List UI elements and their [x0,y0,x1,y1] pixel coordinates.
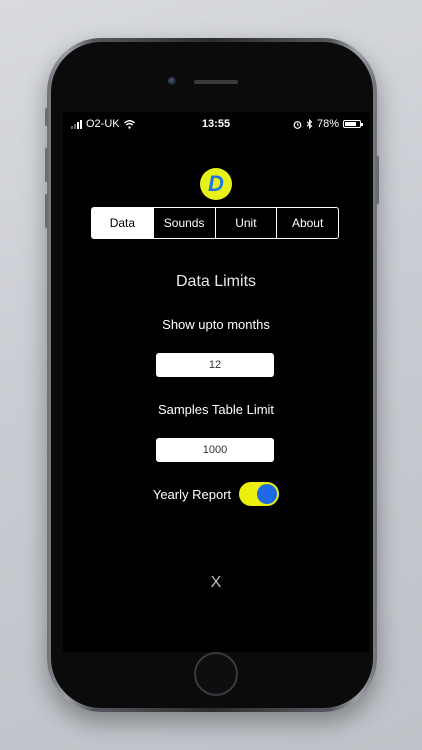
tab-sounds[interactable]: Sounds [152,208,215,238]
mute-switch [45,108,48,126]
tab-sounds-label: Sounds [163,216,205,230]
app-screen: O2-UK 13:55 78% D Data Sounds Unit About… [63,112,369,652]
phone-frame: O2-UK 13:55 78% D Data Sounds Unit About… [45,38,379,712]
power-button [376,156,379,204]
tab-data-label: Data [109,216,136,230]
logo-letter: D [208,171,224,196]
app-logo: D [200,168,232,200]
toggle-knob [257,484,278,504]
samples-limit-input[interactable] [156,438,274,462]
segmented-tabs: Data Sounds Unit About [91,207,339,239]
samples-limit-label: Samples Table Limit [157,402,275,417]
yearly-report-toggle[interactable] [239,482,280,506]
bluetooth-icon [306,119,313,129]
tab-unit[interactable]: Unit [214,208,277,238]
months-label: Show upto months [162,317,270,332]
status-bar: O2-UK 13:55 78% [63,112,369,134]
alarm-icon [293,120,302,129]
yearly-report-row: Yearly Report [63,482,369,506]
yearly-report-label: Yearly Report [152,486,232,502]
tab-about[interactable]: About [276,208,338,238]
tab-unit-label: Unit [235,216,257,230]
earpiece-speaker [194,80,238,84]
battery-icon [343,120,363,128]
phone-bezel: O2-UK 13:55 78% D Data Sounds Unit About… [51,42,373,708]
volume-down-button [45,194,48,228]
months-input[interactable] [156,353,274,377]
volume-up-button [45,148,48,182]
section-title: Data Limits [175,273,257,290]
battery-percent: 78% [316,118,339,130]
home-button[interactable] [194,652,238,696]
close-button[interactable]: X [63,574,369,592]
tab-about-label: About [291,216,324,230]
front-camera [168,77,176,85]
tab-data[interactable]: Data [92,208,153,238]
